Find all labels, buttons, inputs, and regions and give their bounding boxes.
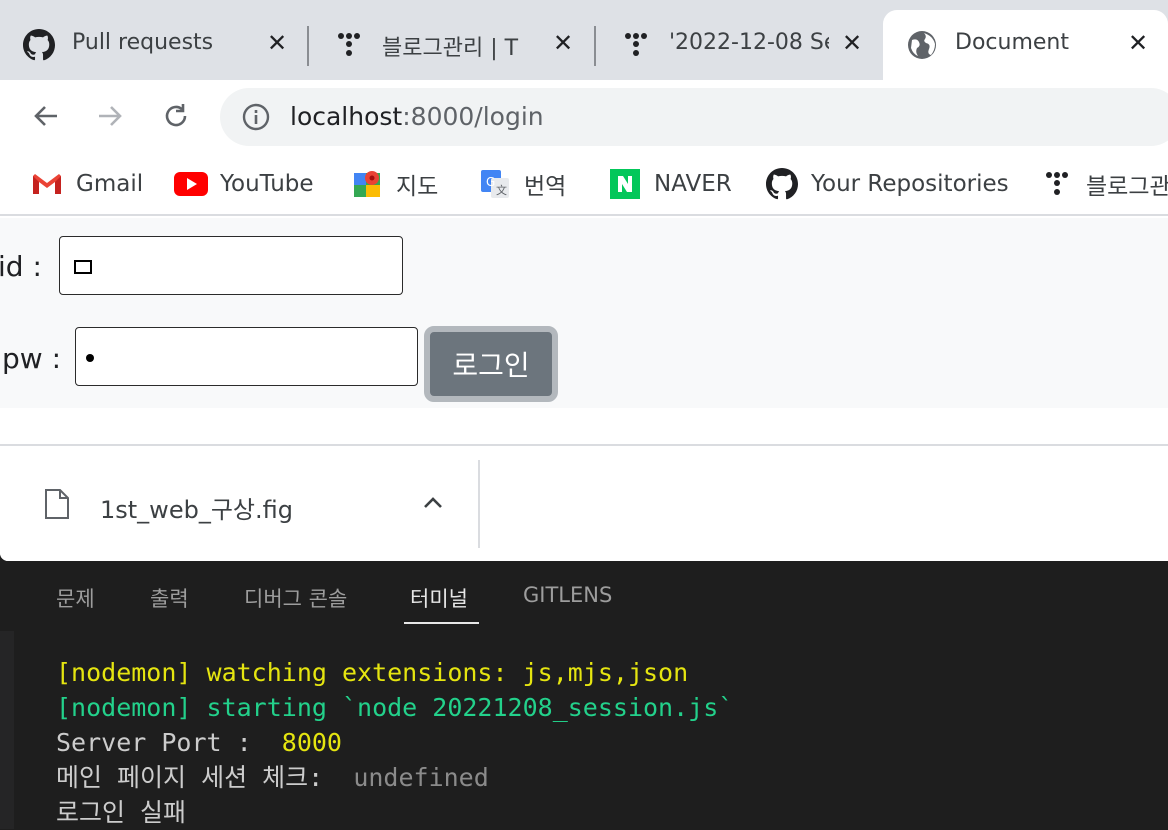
tab-pull-requests[interactable]: Pull requests · ✕: [0, 10, 300, 80]
terminal-line: 로그인 실패: [56, 798, 187, 827]
svg-text:G: G: [486, 175, 495, 189]
tab-separator: [307, 26, 309, 66]
tab-title: Document: [955, 30, 1069, 55]
naver-icon: [608, 167, 642, 201]
login-button[interactable]: 로그인: [424, 326, 558, 402]
bookmark-label: 번역: [524, 174, 567, 200]
chevron-up-icon[interactable]: [418, 488, 448, 518]
close-icon[interactable]: ✕: [1123, 28, 1153, 58]
terminal-output[interactable]: [nodemon] watching extensions: js,mjs,js…: [56, 655, 733, 830]
tab-title: 블로그관리 | T: [382, 36, 519, 61]
bookmarks-bar: Gmail YouTube 지도 G文 번역 NAVER Your Reposi…: [0, 152, 1168, 216]
input-glyph: [74, 260, 92, 274]
close-icon[interactable]: ✕: [262, 28, 292, 58]
tab-debug-console[interactable]: 디버그 콘솔: [244, 583, 347, 613]
bookmark-youtube[interactable]: YouTube: [174, 164, 314, 204]
bookmark-label: 블로그관: [1086, 174, 1168, 200]
id-label: id :: [0, 250, 42, 283]
bookmark-gmail[interactable]: Gmail: [30, 164, 143, 204]
bookmark-translate[interactable]: G文 번역: [478, 164, 566, 204]
url-host: localhost: [290, 102, 403, 131]
download-shelf: 1st_web_구상.fig: [0, 448, 1168, 561]
bookmark-maps[interactable]: 지도: [350, 164, 438, 204]
bookmark-label: Gmail: [76, 171, 144, 197]
svg-text:文: 文: [496, 183, 507, 197]
tab-title: Pull requests ·: [72, 30, 222, 55]
terminal-number: 8000: [281, 728, 342, 757]
address-bar[interactable]: localhost:8000/login: [220, 88, 1168, 146]
bookmark-label: 지도: [396, 174, 439, 200]
github-icon: [765, 167, 799, 201]
password-mask: [86, 354, 94, 362]
tistory-icon: [619, 28, 653, 62]
file-icon: [45, 489, 69, 519]
reload-button[interactable]: [156, 96, 196, 136]
reload-icon: [165, 104, 187, 127]
forward-button[interactable]: [90, 96, 130, 136]
tab-document[interactable]: Document ✕: [883, 10, 1168, 80]
panel-tabs: 문제 출력 디버그 콘솔 터미널 GITLENS: [0, 561, 1168, 631]
github-icon: [22, 28, 56, 62]
url-text: localhost:8000/login: [290, 102, 544, 131]
terminal-text: 메인 페이지 세션 체크:: [56, 763, 354, 792]
pw-label: pw :: [2, 342, 62, 375]
browser-window: Pull requests · ✕ 블로그관리 | T ✕ '2022-12-0…: [0, 0, 1168, 561]
browser-toolbar: localhost:8000/login: [0, 80, 1168, 152]
terminal-line: 메인 페이지 세션 체크: undefined: [56, 760, 733, 795]
back-arrow-icon: [34, 106, 57, 126]
globe-icon: [905, 28, 939, 62]
gmail-icon: [30, 167, 64, 201]
tab-gitlens[interactable]: GITLENS: [523, 583, 612, 607]
terminal-text: Server Port :: [56, 728, 282, 757]
bookmark-label: NAVER: [654, 171, 732, 197]
tab-blog-admin[interactable]: 블로그관리 | T ✕: [310, 10, 595, 80]
page-blank-area: [0, 408, 1168, 446]
tab-output[interactable]: 출력: [150, 583, 189, 613]
bookmark-label: YouTube: [220, 171, 314, 197]
terminal-line: Server Port : 8000: [56, 725, 733, 760]
bookmark-label: Your Repositories: [811, 171, 1009, 197]
page-content: id : pw : 로그인: [0, 218, 1168, 408]
tab-separator: [594, 26, 596, 66]
close-icon[interactable]: ✕: [837, 28, 867, 58]
divider: [478, 460, 480, 548]
tab-terminal[interactable]: 터미널: [410, 583, 468, 613]
info-icon[interactable]: [242, 103, 270, 131]
bookmark-blog[interactable]: 블로그관: [1040, 164, 1168, 204]
tistory-icon: [1040, 167, 1074, 201]
back-button[interactable]: [26, 96, 66, 136]
terminal-undefined: undefined: [353, 763, 489, 792]
active-tab-indicator: [404, 622, 479, 624]
tistory-icon: [332, 28, 366, 62]
id-input[interactable]: [59, 236, 403, 295]
tab-problems[interactable]: 문제: [56, 583, 95, 613]
forward-arrow-icon: [99, 106, 122, 126]
youtube-icon: [174, 167, 208, 201]
tab-strip: Pull requests · ✕ 블로그관리 | T ✕ '2022-12-0…: [0, 0, 1168, 80]
tab-title: '2022-12-08 Se: [669, 30, 829, 55]
bookmark-your-repositories[interactable]: Your Repositories: [765, 164, 1009, 204]
terminal-line: [nodemon] watching extensions: js,mjs,js…: [56, 658, 689, 687]
maps-icon: [350, 167, 384, 201]
translate-icon: G文: [478, 167, 512, 201]
password-input[interactable]: [75, 327, 418, 386]
terminal-line: [nodemon] starting `node 20221208_sessio…: [56, 693, 734, 722]
tab-blog-post[interactable]: '2022-12-08 Se ✕: [597, 10, 882, 80]
close-icon[interactable]: ✕: [548, 28, 578, 58]
download-file-name[interactable]: 1st_web_구상.fig: [100, 490, 293, 525]
url-path: :8000/login: [402, 102, 544, 131]
bookmark-naver[interactable]: NAVER: [608, 164, 732, 204]
